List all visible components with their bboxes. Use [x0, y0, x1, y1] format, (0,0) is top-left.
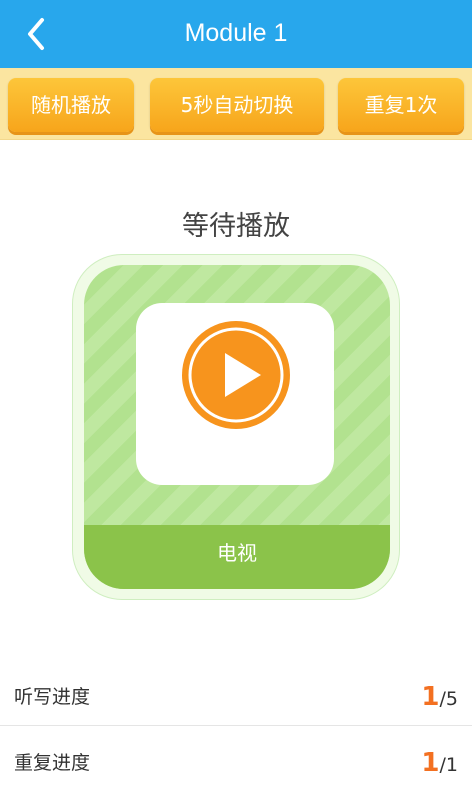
- play-status: 等待播放: [182, 211, 290, 242]
- repeat-progress-value: 1/1: [421, 734, 458, 794]
- play-icon[interactable]: [181, 320, 291, 430]
- word-card[interactable]: 电视: [84, 265, 390, 589]
- repeat-button[interactable]: 重复1次: [338, 78, 464, 132]
- chevron-left-icon: [28, 18, 44, 50]
- dictation-progress-value: 1/5: [421, 668, 458, 728]
- toolbar: 随机播放 5秒自动切换 重复1次: [0, 68, 472, 140]
- dictation-progress-total: /5: [439, 688, 459, 710]
- repeat-progress-total: /1: [439, 754, 459, 776]
- repeat-progress-current: 1: [421, 748, 440, 778]
- dictation-progress-row: 听写进度 1/5: [0, 668, 472, 726]
- word-label: 电视: [84, 525, 390, 589]
- page-title: Module 1: [184, 19, 288, 47]
- back-button[interactable]: [18, 14, 58, 54]
- repeat-progress-row: 重复进度 1/1: [0, 734, 472, 792]
- media-box: [136, 303, 334, 485]
- dictation-progress-label: 听写进度: [14, 686, 91, 708]
- dictation-progress-current: 1: [421, 682, 440, 712]
- app-header: Module 1: [0, 0, 472, 68]
- random-play-button[interactable]: 随机播放: [8, 78, 134, 132]
- repeat-progress-label: 重复进度: [14, 752, 91, 774]
- auto-switch-button[interactable]: 5秒自动切换: [150, 78, 324, 132]
